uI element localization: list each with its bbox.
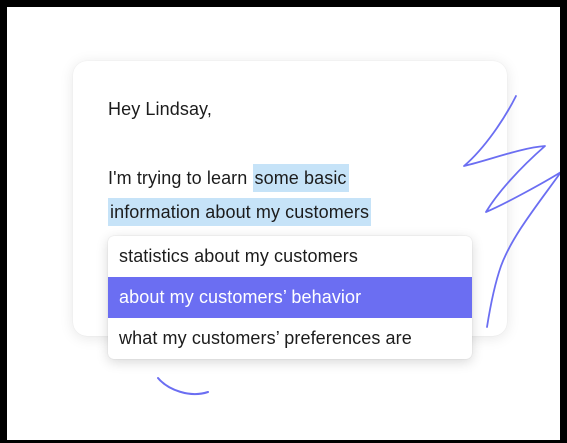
suggestion-option-selected[interactable]: about my customers’ behavior	[108, 277, 472, 318]
email-body-line-1: I'm trying to learn some basic	[108, 164, 349, 192]
rewrite-suggestions-menu: statistics about my customers about my c…	[108, 236, 472, 359]
email-body-line-2: information about my customers	[108, 198, 372, 226]
highlighted-phrase[interactable]: some basic	[252, 164, 349, 192]
email-body-text: I'm trying to learn	[108, 168, 253, 188]
suggestion-option[interactable]: statistics about my customers	[108, 236, 472, 277]
suggestion-option[interactable]: what my customers’ preferences are	[108, 318, 472, 359]
highlighted-phrase-continued[interactable]: information about my customers	[108, 198, 372, 226]
scribble-curve-icon	[157, 377, 209, 396]
email-greeting: Hey Lindsay,	[108, 99, 212, 119]
